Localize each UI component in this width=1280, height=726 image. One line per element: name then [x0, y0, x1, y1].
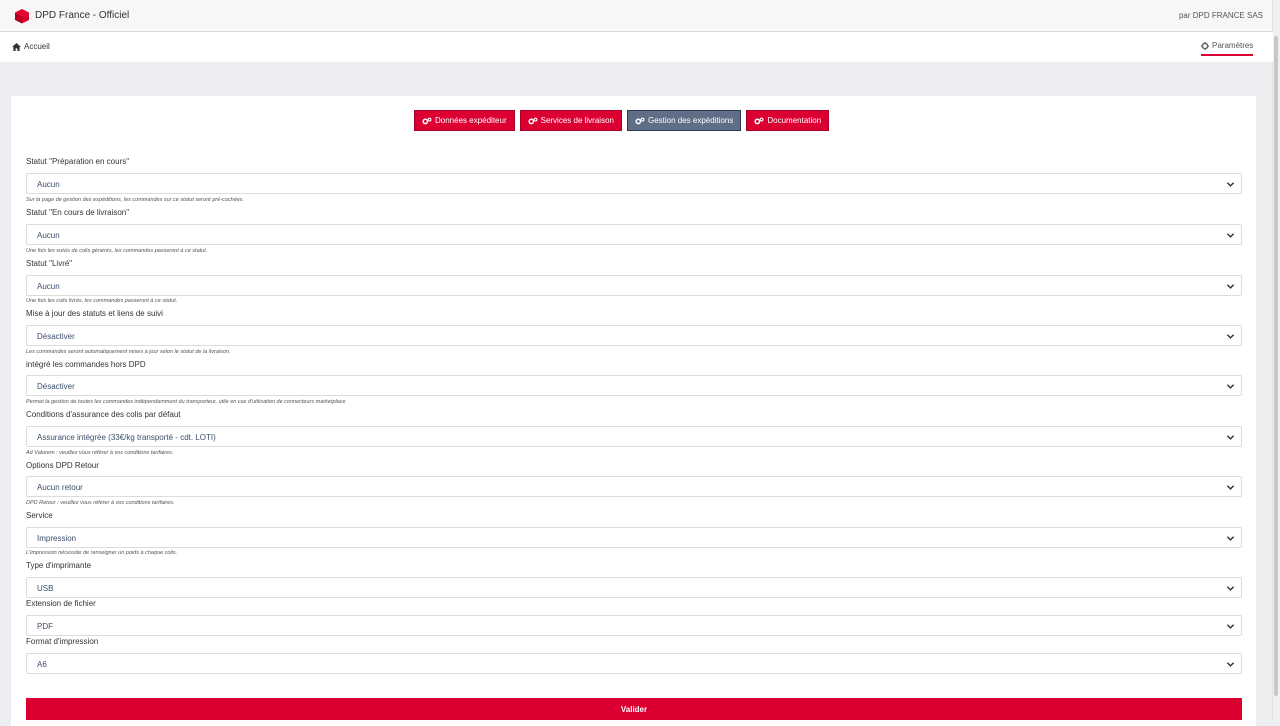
publisher-label: par DPD FRANCE SAS — [1178, 11, 1263, 20]
chevron-down-icon — [1226, 662, 1235, 667]
tab-label: Services de livraison — [540, 116, 614, 125]
scrollbar-thumb[interactable] — [1274, 36, 1278, 696]
help-tracking-update: Les commandes seront automatiquement mis… — [26, 349, 231, 355]
help-delivered-status: Une fois les colis livrés, les commandes… — [26, 298, 178, 304]
select-print-format[interactable]: A6 — [26, 653, 1242, 674]
select-dpd-return[interactable]: Aucun retour — [26, 476, 1242, 497]
settings-tabs: Données expéditeur Services de livraison… — [414, 110, 830, 131]
field-label-service: Service — [26, 511, 53, 520]
chevron-down-icon — [1226, 233, 1235, 238]
gears-icon — [754, 117, 764, 124]
gear-icon — [1201, 41, 1209, 50]
field-label-dpd-return: Options DPD Retour — [26, 461, 99, 470]
select-value: Aucun — [37, 180, 60, 189]
chevron-down-icon — [1226, 384, 1235, 389]
select-printer-type[interactable]: USB — [26, 577, 1242, 598]
field-label-in-delivery-status: Statut "En cours de livraison" — [26, 208, 130, 217]
tab-label: Gestion des expéditions — [647, 116, 734, 125]
nav-bar: Accueil Paramètres — [0, 32, 1273, 62]
field-label-file-extension: Extension de fichier — [26, 599, 96, 608]
scrollbar[interactable] — [1272, 0, 1280, 720]
help-preparation-status: Sur la page de gestion des expéditions, … — [26, 197, 244, 203]
help-in-delivery-status: Une fois les suivis de colis générés, le… — [26, 248, 208, 254]
select-tracking-update[interactable]: Désactiver — [26, 325, 1242, 346]
field-label-print-format: Format d'impression — [26, 637, 99, 646]
tab-label: Documentation — [767, 116, 822, 125]
home-icon — [12, 42, 21, 51]
select-insurance[interactable]: Assurance intégrée (33€/kg transporté - … — [26, 426, 1242, 447]
field-label-delivered-status: Statut "Livré" — [26, 259, 73, 268]
help-non-dpd-orders: Permet la gestion de toutes les commande… — [26, 399, 346, 405]
gears-icon — [528, 117, 538, 124]
settings-link-label: Paramètres — [1212, 41, 1254, 50]
gears-icon — [422, 117, 432, 124]
select-value: USB — [37, 584, 54, 593]
select-value: Assurance intégrée (33€/kg transporté - … — [37, 433, 216, 442]
select-value: PDF — [37, 622, 53, 631]
gears-icon — [635, 117, 645, 124]
chevron-down-icon — [1226, 284, 1235, 289]
select-delivered-status[interactable]: Aucun — [26, 275, 1242, 296]
select-file-extension[interactable]: PDF — [26, 615, 1242, 636]
select-value: Aucun — [37, 231, 60, 240]
tab-delivery-services[interactable]: Services de livraison — [519, 110, 622, 131]
chevron-down-icon — [1226, 334, 1235, 339]
dpd-logo-icon — [15, 9, 29, 24]
app-title: DPD France - Officiel — [35, 10, 130, 21]
select-value: Impression — [37, 534, 77, 543]
select-non-dpd-orders[interactable]: Désactiver — [26, 375, 1242, 396]
tab-documentation[interactable]: Documentation — [746, 110, 830, 131]
field-label-insurance: Conditions d'assurance des colis par déf… — [26, 410, 181, 419]
tab-label: Données expéditeur — [435, 116, 507, 125]
top-bar: DPD France - Officiel par DPD FRANCE SAS — [0, 0, 1273, 32]
select-value: Aucun retour — [37, 483, 83, 492]
select-value: Désactiver — [37, 332, 75, 341]
home-link-label: Accueil — [24, 42, 50, 51]
select-service[interactable]: Impression — [26, 527, 1242, 548]
field-label-tracking-update: Mise à jour des statuts et liens de suiv… — [26, 309, 163, 318]
field-label-non-dpd-orders: intégré les commandes hors DPD — [26, 360, 146, 369]
help-service: L'impression nécessite de renseigner un … — [26, 550, 178, 556]
chevron-down-icon — [1226, 485, 1235, 490]
chevron-down-icon — [1226, 586, 1235, 591]
chevron-down-icon — [1226, 536, 1235, 541]
help-dpd-return: DPD Retour : veuillez vous référer à vos… — [26, 500, 175, 506]
chevron-down-icon — [1226, 624, 1235, 629]
tab-shipment-management[interactable]: Gestion des expéditions — [626, 110, 742, 131]
home-link[interactable]: Accueil — [12, 42, 50, 51]
settings-link[interactable]: Paramètres — [1201, 41, 1254, 56]
select-in-delivery-status[interactable]: Aucun — [26, 224, 1242, 245]
submit-button[interactable]: Valider — [26, 698, 1242, 720]
tab-sender-data[interactable]: Données expéditeur — [414, 110, 515, 131]
select-preparation-status[interactable]: Aucun — [26, 173, 1242, 194]
select-value: A6 — [37, 660, 47, 669]
chevron-down-icon — [1226, 182, 1235, 187]
select-value: Désactiver — [37, 382, 75, 391]
field-label-preparation-status: Statut "Préparation en cours" — [26, 157, 130, 166]
help-insurance: Ad Valorem : veuillez vous référer à vos… — [26, 450, 174, 456]
select-value: Aucun — [37, 282, 60, 291]
field-label-printer-type: Type d'imprimante — [26, 561, 92, 570]
chevron-down-icon — [1226, 435, 1235, 440]
